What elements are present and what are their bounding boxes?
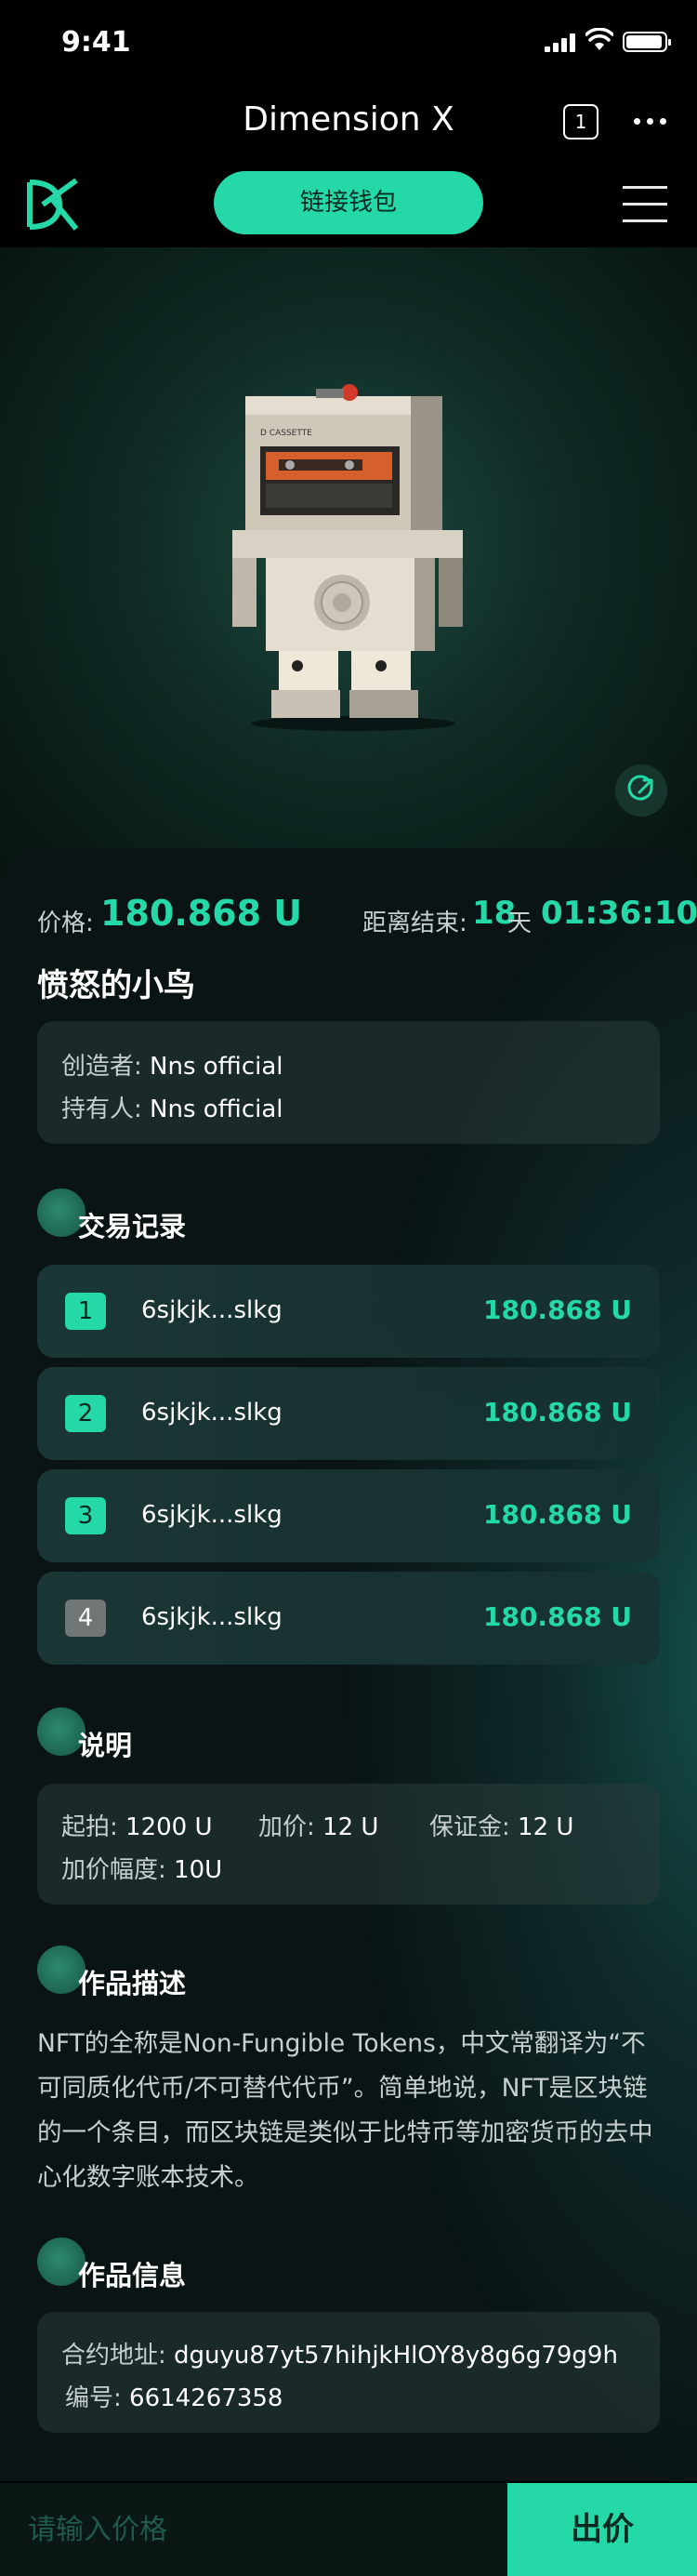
record-amount: 180.868 U <box>482 1601 632 1632</box>
owner-line: 持有人: Nns official <box>61 1090 283 1124</box>
rank-badge: 3 <box>65 1497 106 1534</box>
svg-text:D CASSETTE: D CASSETTE <box>260 429 312 438</box>
creator-label: 创造者: <box>61 1053 142 1081</box>
section-title: 作品描述 <box>78 1968 187 1999</box>
owner-value: Nns official <box>150 1095 283 1123</box>
info-card: 合约地址: dguyu87yt57hihjkHlOY8y8g6g79g9h 编号… <box>37 2312 660 2433</box>
wifi-icon <box>585 28 613 50</box>
item-title: 愤怒的小鸟 <box>37 967 195 1004</box>
status-bar: 9:41 <box>0 0 697 82</box>
bid-bar: 出价 <box>0 2483 697 2576</box>
countdown-days-unit: 天 <box>507 910 533 937</box>
description-text: NFT的全称是Non-Fungible Tokens，中文常翻译为“不可同质化代… <box>37 2029 653 2192</box>
countdown-label: 距离结束: <box>362 910 467 937</box>
countdown-time: 01:36:10 <box>541 895 697 932</box>
trade-record[interactable]: 4 6sjkjk...slkg 180.868 U <box>37 1572 660 1665</box>
details-sheet: 价格: 180.868 U 距离结束: 18 天 01:36:10 愤怒的小鸟 … <box>0 848 697 2481</box>
connect-wallet-button[interactable]: 链接钱包 <box>214 171 483 234</box>
section-title: 交易记录 <box>78 1211 187 1242</box>
status-time: 9:41 <box>61 26 131 59</box>
description-header: 作品描述 <box>37 1945 409 1999</box>
increment: 加价: 12 U <box>258 1808 378 1842</box>
tabs-icon[interactable]: 1 <box>563 104 598 139</box>
section-title: 说明 <box>78 1730 133 1761</box>
creator-line: 创造者: Nns official <box>61 1047 283 1082</box>
start-label: 起拍: <box>61 1813 118 1841</box>
range-value: 10U <box>174 1856 223 1884</box>
price-value: 180.868 U <box>100 893 303 934</box>
record-address: 6sjkjk...slkg <box>141 1603 283 1631</box>
trade-record[interactable]: 2 6sjkjk...slkg 180.868 U <box>37 1367 660 1460</box>
number-value: 6614267358 <box>129 2384 283 2412</box>
contract-line: 合约地址: dguyu87yt57hihjkHlOY8y8g6g79g9h <box>61 2336 618 2370</box>
record-amount: 180.868 U <box>482 1499 632 1530</box>
rules-card: 起拍: 1200 U 加价: 12 U 保证金: 12 U 加价幅度: 10U <box>37 1784 660 1905</box>
number-line: 编号: 6614267358 <box>65 2379 283 2413</box>
creator-value: Nns official <box>150 1053 283 1081</box>
battery-icon <box>623 32 671 52</box>
record-amount: 180.868 U <box>482 1295 632 1325</box>
owner-label: 持有人: <box>61 1095 142 1123</box>
record-amount: 180.868 U <box>482 1397 632 1427</box>
start-price: 起拍: 1200 U <box>61 1808 213 1842</box>
more-icon[interactable] <box>632 115 669 126</box>
price-label: 价格: <box>37 910 94 937</box>
deposit: 保证金: 12 U <box>429 1808 573 1842</box>
record-address: 6sjkjk...slkg <box>141 1501 283 1529</box>
trade-record[interactable]: 3 6sjkjk...slkg 180.868 U <box>37 1469 660 1562</box>
records-header: 交易记录 <box>37 1188 409 1242</box>
menu-icon[interactable] <box>623 184 667 225</box>
section-title: 作品信息 <box>78 2260 187 2291</box>
owner-card: 创造者: Nns official 持有人: Nns official <box>37 1021 660 1144</box>
deposit-value: 12 U <box>518 1813 574 1841</box>
rules-header: 说明 <box>37 1707 409 1761</box>
rank-badge: 4 <box>65 1600 106 1637</box>
number-label: 编号: <box>65 2384 122 2412</box>
nft-robot-image: D CASSETTE <box>232 384 463 731</box>
increment-value: 12 U <box>322 1813 379 1841</box>
contract-value[interactable]: dguyu87yt57hihjkHlOY8y8g6g79g9h <box>174 2342 618 2370</box>
nft-image-area: D CASSETTE <box>0 247 697 898</box>
app-header: 链接钱包 <box>0 167 697 247</box>
logo-icon[interactable] <box>24 177 80 232</box>
record-address: 6sjkjk...slkg <box>141 1399 283 1427</box>
start-value: 1200 U <box>125 1813 213 1841</box>
increment-range: 加价幅度: 10U <box>61 1851 222 1885</box>
contract-label: 合约地址: <box>61 2342 166 2370</box>
deposit-label: 保证金: <box>429 1813 510 1841</box>
bid-button[interactable]: 出价 <box>507 2483 697 2576</box>
record-address: 6sjkjk...slkg <box>141 1296 283 1324</box>
signal-icon <box>545 33 576 52</box>
rank-badge: 1 <box>65 1293 106 1330</box>
increment-label: 加价: <box>258 1813 315 1841</box>
price-row: 价格: 180.868 U 距离结束: 18 天 01:36:10 <box>37 891 697 937</box>
share-icon[interactable] <box>615 764 667 817</box>
range-label: 加价幅度: <box>61 1856 166 1884</box>
price-input[interactable] <box>0 2483 507 2576</box>
trade-record[interactable]: 1 6sjkjk...slkg 180.868 U <box>37 1265 660 1358</box>
info-header: 作品信息 <box>37 2237 409 2291</box>
rank-badge: 2 <box>65 1395 106 1432</box>
